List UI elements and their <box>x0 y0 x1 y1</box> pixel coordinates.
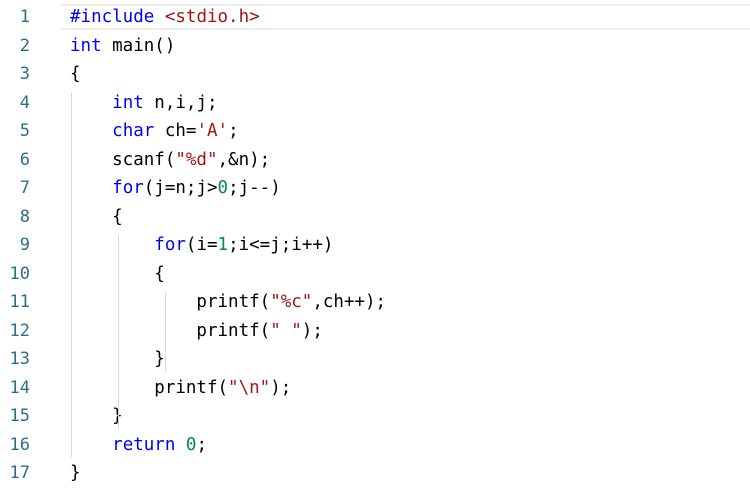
code-token: 0 <box>185 434 197 455</box>
indent-guide <box>165 292 166 372</box>
code-text[interactable]: return 0; <box>70 431 207 459</box>
line-number: 12 <box>9 320 30 341</box>
code-token: return <box>112 434 176 455</box>
line-number: 1 <box>19 7 30 27</box>
code-token: <stdio.h> <box>164 7 260 27</box>
line-number: 4 <box>19 92 30 113</box>
code-line[interactable]: 15 } <box>0 402 750 430</box>
line-number: 3 <box>19 64 30 84</box>
line-number: 5 <box>19 121 30 141</box>
line-number: 16 <box>9 434 30 455</box>
code-line[interactable]: 4 int n,i,j; <box>0 89 750 117</box>
code-line[interactable]: 17} <box>0 459 750 487</box>
code-token: " " <box>270 320 302 341</box>
code-token: "%c" <box>270 292 313 312</box>
code-text[interactable]: #include <stdio.h> <box>70 3 260 31</box>
code-token: ;j--) <box>228 178 281 198</box>
indent-guide <box>118 235 119 429</box>
line-number: 13 <box>9 349 30 369</box>
code-text[interactable]: for(j=n;j>0;j--) <box>70 174 281 202</box>
code-text[interactable]: printf(" "); <box>70 317 323 345</box>
code-text[interactable]: for(i=1;i<=j;i++) <box>70 231 333 259</box>
code-text[interactable]: printf("\n"); <box>70 374 291 402</box>
code-line[interactable]: 12 printf(" "); <box>0 317 750 345</box>
code-token: main() <box>101 35 176 56</box>
code-token: #include <box>70 7 155 27</box>
code-token: n,i,j; <box>143 92 218 113</box>
code-line[interactable]: 5 char ch='A'; <box>0 117 750 145</box>
code-text[interactable]: char ch='A'; <box>70 117 239 145</box>
code-token: ; <box>228 121 239 141</box>
code-token: printf( <box>70 377 229 398</box>
code-token: printf( <box>70 292 271 312</box>
code-token: { <box>70 64 81 84</box>
line-number: 7 <box>19 178 30 198</box>
code-line[interactable]: 7 for(j=n;j>0;j--) <box>0 174 750 202</box>
code-line[interactable]: 16 return 0; <box>0 431 750 459</box>
code-token: 0 <box>217 178 229 198</box>
code-token: (i= <box>185 235 218 255</box>
code-token: } <box>70 463 81 483</box>
code-line[interactable]: 3{ <box>0 60 750 88</box>
code-token: ); <box>301 320 323 341</box>
code-token: scanf( <box>70 149 176 170</box>
code-editor[interactable]: 1 #include <stdio.h> 2 int main() 3{4 int n,… <box>0 0 750 490</box>
code-token: char <box>112 121 155 141</box>
code-token: 1 <box>217 235 229 255</box>
line-number: 8 <box>19 206 30 227</box>
code-text[interactable]: } <box>70 402 123 430</box>
code-token: ;i<=j;i++) <box>228 235 334 255</box>
line-number: 17 <box>9 463 30 483</box>
code-text[interactable]: { <box>70 203 123 231</box>
code-token: int <box>70 35 102 56</box>
code-token: { <box>70 206 123 227</box>
code-token: ; <box>196 434 208 455</box>
line-number: 15 <box>9 406 30 426</box>
code-line[interactable]: 8 { <box>0 203 750 231</box>
code-token: (j=n;j> <box>143 178 218 198</box>
code-token: int <box>112 92 144 113</box>
line-number: 6 <box>19 149 30 170</box>
code-line[interactable]: 2 int main() <box>0 32 750 60</box>
code-line[interactable]: 11 printf("%c",ch++); <box>0 288 750 316</box>
code-token: } <box>70 406 123 426</box>
code-text[interactable]: { <box>70 60 81 88</box>
code-token: ,ch++); <box>312 292 387 312</box>
code-text[interactable]: } <box>70 459 81 487</box>
line-number: 10 <box>9 263 30 284</box>
line-number: 14 <box>9 377 30 398</box>
code-token: 'A' <box>196 121 229 141</box>
code-token: printf( <box>70 320 271 341</box>
line-number: 2 <box>19 35 30 56</box>
code-line[interactable]: 14 printf("\n"); <box>0 374 750 402</box>
code-token: for <box>112 178 144 198</box>
indent-guide <box>71 92 72 457</box>
code-token: "\n" <box>228 377 271 398</box>
code-token: "%d" <box>175 149 218 170</box>
line-number: 11 <box>9 292 30 312</box>
code-line[interactable]: 13 } <box>0 345 750 373</box>
code-line[interactable]: 10 { <box>0 260 750 288</box>
code-token: ch= <box>154 121 197 141</box>
code-line[interactable]: 6 scanf("%d",&n); <box>0 146 750 174</box>
code-token: for <box>154 235 186 255</box>
code-line[interactable]: 1 #include <stdio.h> <box>0 3 750 31</box>
code-text[interactable]: scanf("%d",&n); <box>70 146 270 174</box>
code-text[interactable]: int main() <box>70 32 175 60</box>
code-line[interactable]: 9 for(i=1;i<=j;i++) <box>0 231 750 259</box>
code-text[interactable]: int n,i,j; <box>70 89 218 117</box>
line-number: 9 <box>19 235 30 255</box>
code-token: ); <box>270 377 292 398</box>
code-token: ,&n); <box>217 149 271 170</box>
